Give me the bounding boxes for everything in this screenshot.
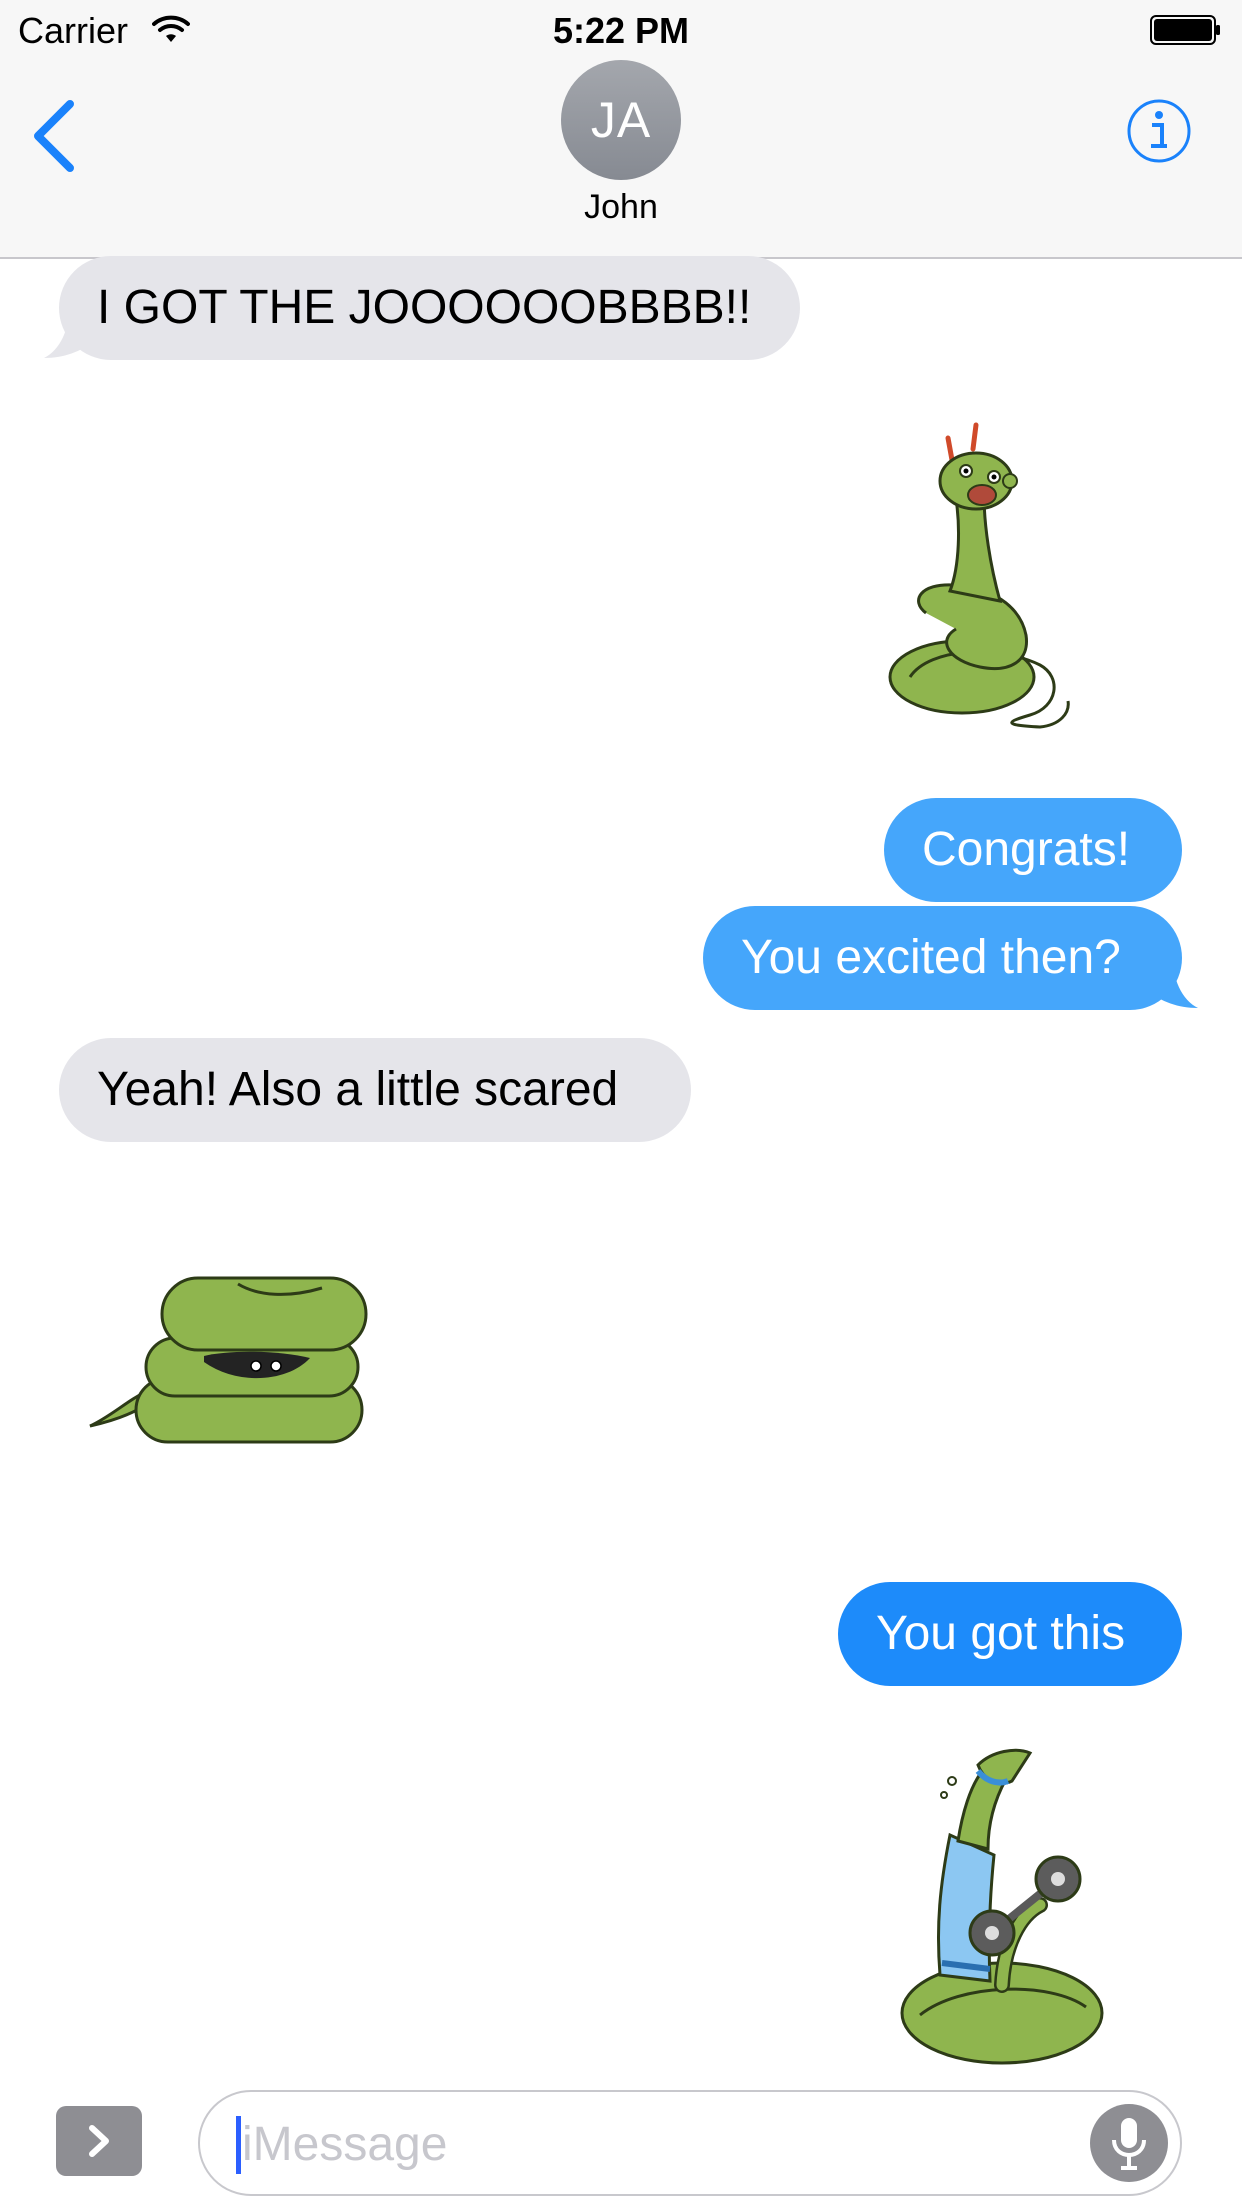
message-bubble-sent[interactable]: Congrats! — [884, 798, 1182, 902]
message-bubble-sent[interactable]: You excited then? — [703, 906, 1182, 1010]
info-button[interactable] — [1126, 98, 1192, 164]
hiding-snake-sticker[interactable] — [88, 1266, 378, 1446]
message-text: You excited then? — [741, 931, 1121, 984]
message-bubble-received[interactable]: I GOT THE JOOOOOOBBBB!! — [59, 256, 800, 360]
back-button[interactable] — [26, 96, 86, 176]
info-icon — [1127, 99, 1191, 163]
message-bubble-received[interactable]: Yeah! Also a little scared — [59, 1038, 691, 1142]
excited-snake-sticker[interactable] — [880, 415, 1080, 735]
chevron-right-icon — [89, 2125, 109, 2157]
contact-name[interactable]: John — [0, 188, 1242, 227]
apps-button[interactable] — [56, 2106, 142, 2176]
message-text: You got this — [876, 1607, 1126, 1660]
message-bubble-sent[interactable]: You got this — [838, 1582, 1182, 1686]
message-text: Congrats! — [922, 823, 1131, 876]
contact-avatar[interactable]: JA — [561, 60, 681, 180]
conversation-header: JA John — [0, 60, 1242, 259]
dictation-button[interactable] — [1090, 2104, 1168, 2182]
workout-snake-sticker[interactable] — [880, 1745, 1120, 2075]
message-input[interactable]: iMessage — [198, 2090, 1182, 2196]
text-cursor — [236, 2116, 241, 2174]
chevron-left-icon — [34, 100, 74, 172]
battery-icon — [1150, 15, 1220, 45]
message-text: I GOT THE JOOOOOOBBBB!! — [97, 281, 752, 334]
microphone-icon — [1112, 2118, 1146, 2170]
message-input-placeholder: iMessage — [242, 2118, 448, 2171]
message-text: Yeah! Also a little scared — [97, 1063, 619, 1116]
avatar-initials: JA — [590, 92, 652, 148]
status-bar: Carrier 5:22 PM — [0, 0, 1242, 60]
status-time: 5:22 PM — [552, 10, 690, 51]
